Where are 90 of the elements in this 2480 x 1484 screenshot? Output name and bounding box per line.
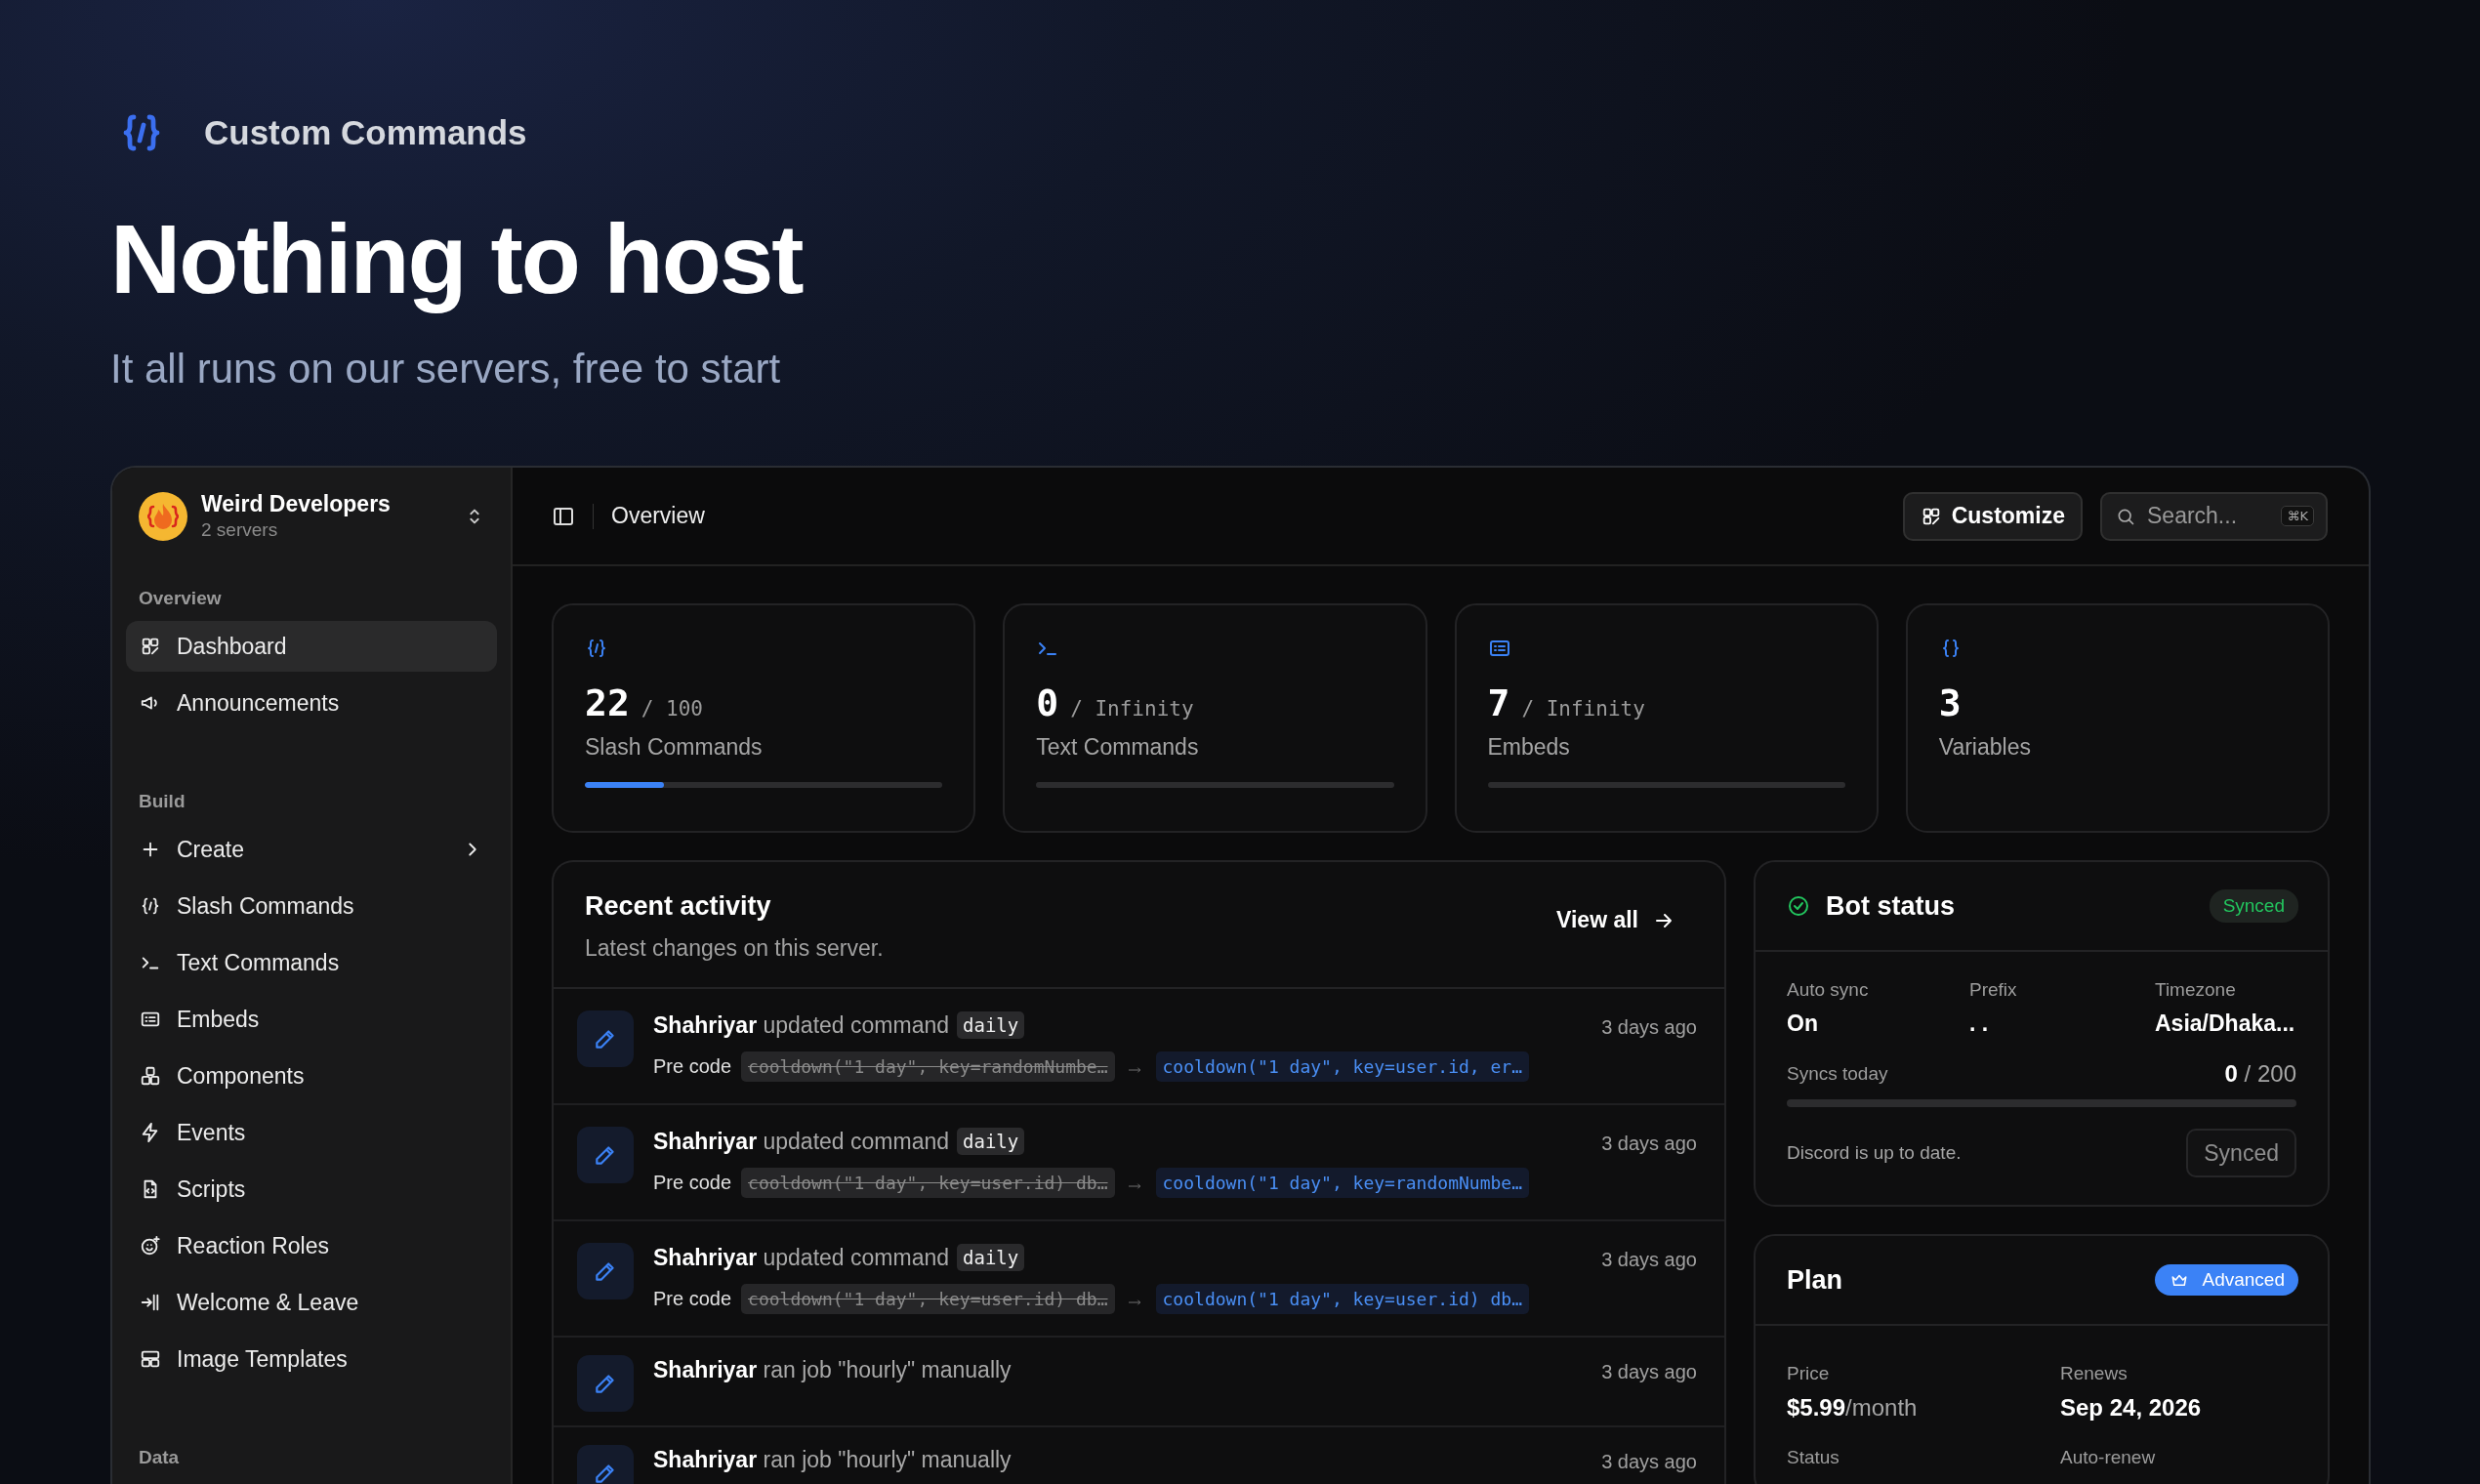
new-code: cooldown("1 day", key=user.id, er… xyxy=(1155,1051,1529,1082)
new-code: cooldown("1 day", key=user.id) db… xyxy=(1155,1284,1529,1314)
sidebar-item[interactable]: Announcements xyxy=(126,678,497,728)
stat-limit: / Infinity xyxy=(1070,697,1194,721)
section-label: Data xyxy=(138,1446,181,1469)
field-value: On xyxy=(1787,1010,1819,1037)
sidebar-item[interactable]: Create xyxy=(126,824,497,875)
stat-label: Text Commands xyxy=(1036,734,1200,761)
status-message: Discord is up to date. xyxy=(1787,1142,1962,1164)
old-code: cooldown("1 day", key=randomNumbe… xyxy=(741,1051,1115,1082)
stat-label: Embeds xyxy=(1487,734,1571,761)
enter-icon xyxy=(140,1292,161,1313)
sidebar-item[interactable]: Components xyxy=(126,1051,497,1101)
field-label: Pre code xyxy=(653,1172,732,1194)
tagline: It all runs on our servers, free to start xyxy=(110,345,782,393)
smiley-icon xyxy=(140,1235,161,1257)
breadcrumb: Overview xyxy=(611,503,705,529)
timestamp: 3 days ago xyxy=(1601,1361,1697,1383)
workspace-name: Weird Developers xyxy=(201,491,392,517)
field-label: Pre code xyxy=(653,1055,732,1078)
timestamp: 3 days ago xyxy=(1601,1249,1697,1271)
command-name: daily xyxy=(957,1128,1025,1155)
field-label: Timezone xyxy=(2155,979,2237,1001)
field-value: . . xyxy=(1969,1010,1990,1037)
sidebar-item[interactable]: Image Templates xyxy=(126,1334,497,1384)
sidebar-item[interactable]: Dashboard xyxy=(126,621,497,672)
layout-icon xyxy=(140,1348,161,1370)
arrow-right-icon xyxy=(1128,1298,1142,1306)
workspace-switcher[interactable]: Weird Developers 2 servers xyxy=(126,468,497,562)
headline: Nothing to host xyxy=(110,205,805,312)
section-label: Build xyxy=(138,790,186,813)
status-badge: Synced xyxy=(2209,889,2298,923)
old-code: cooldown("1 day", key=user.id) db… xyxy=(741,1284,1115,1314)
sidebar-item[interactable]: Slash Commands xyxy=(126,881,497,931)
server-count: 2 servers xyxy=(201,519,279,541)
field-value: $5.99/month xyxy=(1787,1394,1919,1422)
stat-limit: / Infinity xyxy=(1521,697,1645,721)
plan-badge: Advanced xyxy=(2155,1264,2298,1296)
stat-label: Slash Commands xyxy=(585,734,764,761)
arrow-right-icon xyxy=(1128,1065,1142,1074)
field-value: Asia/Dhaka... xyxy=(2155,1010,2296,1037)
timestamp: 3 days ago xyxy=(1601,1133,1697,1155)
stat-value: 22 xyxy=(585,681,630,724)
sidebar-item[interactable]: Welcome & Leave xyxy=(126,1277,497,1328)
new-code: cooldown("1 day", key=randomNumbe… xyxy=(1155,1168,1529,1198)
activity-text: Shahriyar ran job "hourly" manually xyxy=(653,1356,1012,1383)
sync-count: 0 / 200 xyxy=(2224,1060,2296,1088)
customize-button[interactable]: Customize xyxy=(1902,491,2083,541)
avatar xyxy=(139,491,187,541)
stat-value: 7 xyxy=(1487,681,1510,724)
stat-limit: / 100 xyxy=(641,697,703,721)
field-label: Auto sync xyxy=(1787,979,1870,1001)
card-title: Recent activity xyxy=(585,891,772,922)
arrow-right-icon xyxy=(1128,1181,1142,1190)
stat-value: 3 xyxy=(1938,681,1962,724)
activity-text: Shahriyar updated command xyxy=(653,1011,949,1039)
code-icon xyxy=(585,637,608,660)
section-label: Overview xyxy=(138,587,223,610)
field-label: Auto-renew xyxy=(2060,1447,2157,1468)
field-label: Renews xyxy=(2060,1363,2129,1384)
card-subtitle: Latest changes on this server. xyxy=(585,935,884,962)
card-title: Bot status xyxy=(1826,890,1955,922)
sidebar-item[interactable]: Events xyxy=(126,1107,497,1158)
activity-text: Shahriyar ran job "hourly" manually xyxy=(653,1446,1012,1473)
stat-label: Variables xyxy=(1938,734,2032,761)
view-all-link[interactable]: View all xyxy=(1556,907,1675,933)
timestamp: 3 days ago xyxy=(1601,1451,1697,1473)
card-title: Plan xyxy=(1787,1264,1843,1296)
field-label: Syncs today xyxy=(1787,1063,1888,1085)
app-name: Custom Commands xyxy=(204,113,527,152)
activity-text: Shahriyar updated command xyxy=(653,1128,949,1155)
command-name: daily xyxy=(957,1244,1025,1271)
stat-value: 0 xyxy=(1036,681,1059,724)
field-label: Pre code xyxy=(653,1288,732,1310)
field-label: Status xyxy=(1787,1447,1840,1468)
dashboard-icon xyxy=(140,636,161,657)
field-label: Prefix xyxy=(1969,979,2018,1001)
sidebar-item[interactable]: Embeds xyxy=(126,994,497,1045)
old-code: cooldown("1 day", key=user.id) db… xyxy=(741,1168,1115,1198)
sidebar-item[interactable]: Reaction Roles xyxy=(126,1220,497,1271)
sidebar-item[interactable]: Text Commands xyxy=(126,937,497,988)
timestamp: 3 days ago xyxy=(1601,1016,1697,1039)
field-label: Price xyxy=(1787,1363,1831,1384)
check-circle-icon xyxy=(1787,894,1810,918)
field-value: Sep 24, 2026 xyxy=(2060,1394,2203,1422)
command-name: daily xyxy=(957,1011,1025,1039)
sidebar-item[interactable]: Scripts xyxy=(126,1164,497,1215)
code-icon xyxy=(140,895,161,917)
activity-text: Shahriyar updated command xyxy=(653,1244,949,1271)
blocks-icon xyxy=(140,1065,161,1087)
